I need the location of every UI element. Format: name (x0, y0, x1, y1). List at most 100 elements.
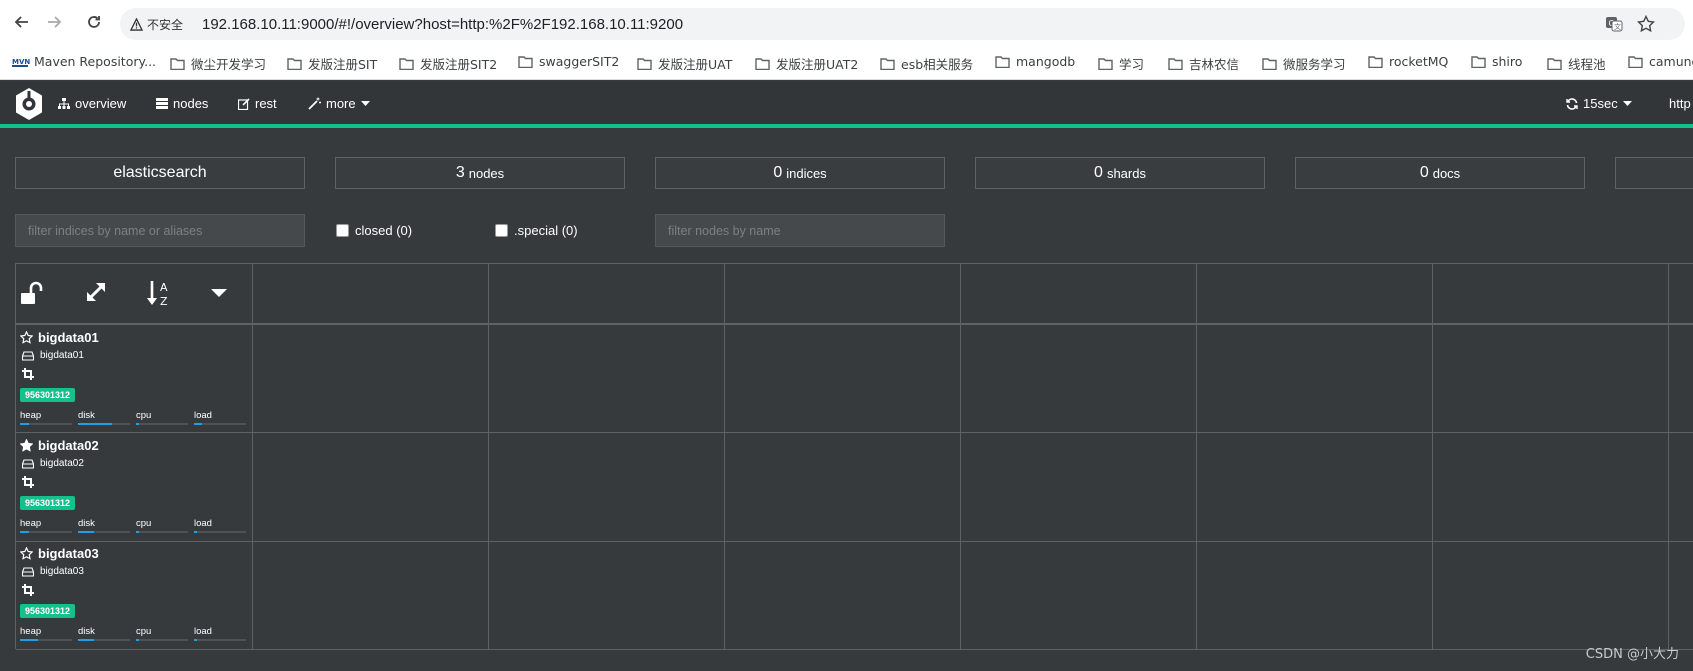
grid-divider (1432, 264, 1433, 650)
translate-icon[interactable]: G文 (1605, 15, 1623, 33)
load-metric: load (194, 410, 246, 425)
metric-fill (194, 531, 197, 533)
cluster-name-box: elasticsearch (15, 157, 305, 189)
grid-divider (960, 264, 961, 650)
shards-stat: 0 shards (975, 157, 1265, 189)
metric-label: disk (78, 518, 95, 529)
reload-button[interactable] (82, 10, 106, 34)
metric-track (194, 639, 246, 641)
node-id-badge: 956301312 (20, 604, 76, 618)
folder-icon (287, 57, 302, 70)
bookmark-folder[interactable]: 线程池 (1547, 54, 1606, 73)
bookmark-folder[interactable]: 发版注册SIT2 (399, 54, 497, 73)
bookmark-label: 学习 (1119, 57, 1145, 72)
metric-fill (20, 531, 30, 533)
metric-fill (20, 423, 30, 425)
metric-label: heap (20, 410, 42, 421)
shards-stat-label: shards (1106, 165, 1146, 181)
bookmark-folder[interactable]: 发版注册UAT (637, 54, 732, 73)
bookmark-folder[interactable]: rocketMQ (1368, 54, 1448, 69)
checkbox-box[interactable] (495, 224, 508, 237)
folder-icon (1098, 57, 1113, 70)
refresh-interval-dropdown[interactable]: 15sec (1566, 96, 1632, 111)
star-bookmark-icon[interactable] (1637, 15, 1655, 33)
filter-indices-input[interactable]: filter indices by name or aliases (15, 214, 305, 247)
node-name[interactable]: bigdata01 (20, 330, 99, 345)
host-dropdown[interactable]: http (1669, 96, 1691, 111)
nav-overview[interactable]: overview (58, 96, 126, 111)
metric-label: disk (78, 626, 95, 637)
caret-down-icon[interactable] (210, 288, 228, 298)
unlock-icon[interactable] (20, 280, 46, 306)
grid-divider (16, 541, 1693, 542)
closed-indices-checkbox[interactable]: closed (0) (336, 223, 412, 238)
disk-metric: disk (78, 626, 130, 641)
metric-fill (194, 639, 197, 641)
nav-more-label: more (326, 96, 356, 111)
server-icon (156, 98, 168, 109)
metric-track (194, 531, 246, 533)
nav-nodes[interactable]: nodes (156, 96, 208, 111)
node-name[interactable]: bigdata03 (20, 546, 99, 561)
bookmark-label: camund (1649, 54, 1693, 69)
metric-label: disk (78, 410, 95, 421)
url-text[interactable]: 192.168.10.11:9000/#!/overview?host=http… (202, 16, 683, 33)
bookmark-folder[interactable]: esb相关服务 (880, 54, 973, 73)
node-name[interactable]: bigdata02 (20, 438, 99, 453)
metric-track (20, 423, 72, 425)
special-indices-checkbox[interactable]: .special (0) (495, 223, 578, 238)
expand-icon[interactable] (84, 280, 108, 304)
indices-stat-label: indices (786, 165, 827, 181)
back-button[interactable] (10, 10, 34, 34)
bookmark-folder[interactable]: 发版注册SIT (287, 54, 377, 73)
hdd-icon (22, 458, 34, 469)
bookmark-folder[interactable]: swaggerSIT2 (518, 54, 619, 69)
bookmark-maven[interactable]: MVN Maven Repository... (12, 54, 156, 69)
metric-fill (20, 639, 39, 641)
metric-track (78, 531, 130, 533)
grid-divider (16, 432, 1693, 433)
bookmark-folder[interactable]: shiro (1471, 54, 1522, 69)
bookmark-folder[interactable]: camund (1628, 54, 1693, 69)
node-name-label: bigdata01 (38, 330, 99, 345)
nodes-count: 3 (455, 164, 465, 181)
reload-icon (88, 16, 100, 28)
cpu-metric: cpu (136, 518, 188, 533)
bookmark-folder[interactable]: 学习 (1098, 54, 1144, 73)
metric-track (194, 423, 246, 425)
address-bar[interactable]: 不安全 192.168.10.11:9000/#!/overview?host=… (120, 8, 1685, 40)
special-label: .special (0) (514, 223, 578, 238)
metric-label: heap (20, 626, 42, 637)
cpu-metric: cpu (136, 626, 188, 641)
caret-down-icon (360, 100, 370, 106)
nav-more-dropdown[interactable]: more (308, 96, 370, 111)
bookmark-folder[interactable]: 微服务学习 (1262, 54, 1346, 73)
browser-toolbar: 不安全 192.168.10.11:9000/#!/overview?host=… (0, 0, 1693, 45)
metric-label: cpu (136, 518, 152, 529)
star-outline-icon (20, 331, 33, 344)
bookmark-folder[interactable]: 发版注册UAT2 (755, 54, 858, 73)
node-host: bigdata02 (22, 458, 84, 469)
edit-icon (238, 97, 250, 110)
load-metric: load (194, 518, 246, 533)
security-label: 不安全 (147, 17, 184, 32)
checkbox-box[interactable] (336, 224, 349, 237)
bookmark-folder[interactable]: 吉林农信 (1168, 54, 1239, 73)
sitemap-icon (58, 97, 70, 109)
filter-nodes-input[interactable]: filter nodes by name (655, 214, 945, 247)
metric-fill (136, 639, 139, 641)
node-row-bigdata02: bigdata02 bigdata02 956301312 heap disk … (20, 438, 252, 538)
sort-alpha-icon[interactable]: A Z (147, 280, 173, 308)
folder-icon (399, 57, 414, 70)
nav-overview-label: overview (75, 96, 127, 111)
security-chip[interactable]: 不安全 (130, 15, 183, 33)
cerebro-logo-icon[interactable] (14, 87, 44, 121)
arrow-right-icon (48, 16, 62, 28)
bookmark-folder[interactable]: 微尘开发学习 (170, 54, 266, 73)
forward-button[interactable] (42, 10, 66, 34)
bookmark-label: 发版注册SIT (308, 57, 378, 72)
grid-divider (724, 264, 725, 650)
nav-rest[interactable]: rest (238, 96, 277, 111)
bookmark-label: 发版注册UAT2 (776, 57, 859, 72)
bookmark-folder[interactable]: mangodb (995, 54, 1075, 69)
